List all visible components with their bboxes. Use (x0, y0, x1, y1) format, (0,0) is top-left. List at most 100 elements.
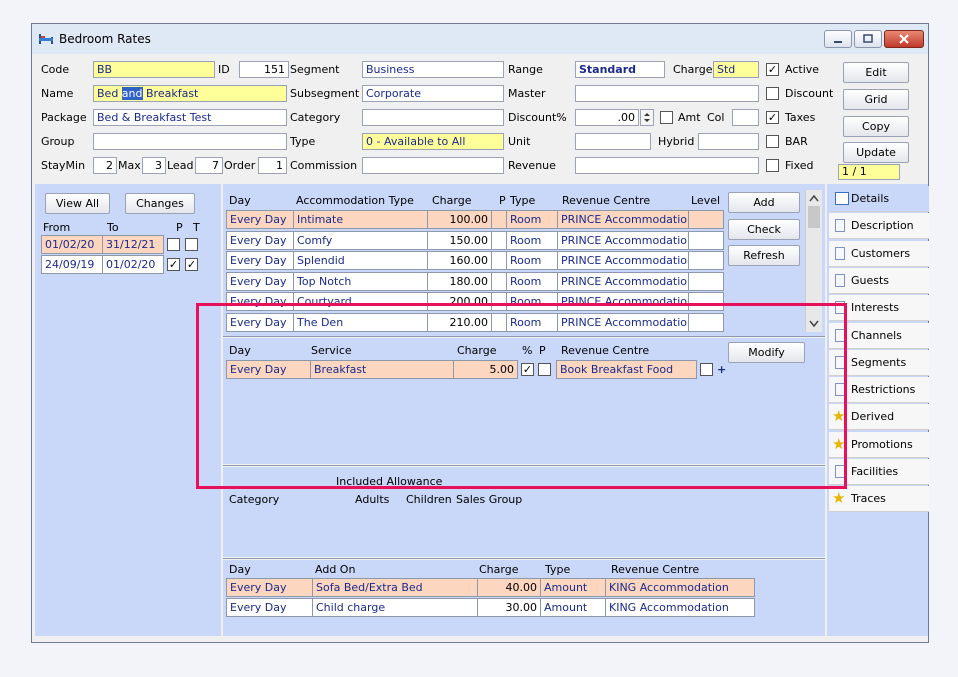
acc-type-cell[interactable]: Intimate (293, 210, 428, 229)
acc-day-header: Day (229, 194, 251, 207)
minimize-button[interactable] (824, 30, 852, 48)
maximize-button[interactable] (854, 30, 882, 48)
acc-day-cell[interactable]: Every Day (226, 230, 294, 250)
acc-level-cell[interactable] (688, 230, 724, 250)
hybrid-field[interactable] (698, 133, 759, 150)
acc-type-cell[interactable]: Top Notch (293, 271, 428, 291)
view-all-button[interactable]: View All (45, 193, 110, 214)
from-cell[interactable]: 01/02/20 (41, 235, 103, 254)
taxes-checkbox[interactable]: ✓ (766, 111, 779, 124)
bar-checkbox[interactable] (766, 135, 779, 148)
group-field[interactable] (93, 133, 287, 150)
acc-level-cell[interactable] (688, 251, 724, 270)
close-button[interactable] (884, 30, 924, 48)
acc-level-cell[interactable] (688, 271, 724, 291)
p-checkbox[interactable] (167, 238, 180, 251)
grid-button[interactable]: Grid (843, 89, 909, 110)
acc-ptype-cell[interactable]: Room (506, 230, 558, 250)
active-checkbox[interactable]: ✓ (766, 63, 779, 76)
acc-charge-cell[interactable]: 100.00 (427, 210, 492, 229)
addon-rev-cell[interactable]: KING Accommodation (605, 598, 755, 617)
acc-ptype-cell[interactable]: Room (506, 251, 558, 270)
amt-checkbox[interactable] (660, 111, 673, 124)
edit-button[interactable]: Edit (843, 62, 909, 83)
acc-day-cell[interactable]: Every Day (226, 210, 294, 229)
acc-ptype-cell[interactable]: Room (506, 210, 558, 229)
unit-field[interactable] (575, 133, 651, 150)
tab-traces[interactable]: ★ Traces (829, 486, 929, 513)
type-field[interactable]: 0 - Available to All (362, 133, 504, 150)
add-button[interactable]: Add (728, 192, 800, 213)
to-cell[interactable]: 01/02/20 (102, 255, 164, 274)
to-cell[interactable]: 31/12/21 (102, 235, 164, 254)
addon-name-cell[interactable]: Sofa Bed/Extra Bed (312, 578, 478, 597)
addon-day-cell[interactable]: Every Day (226, 598, 313, 617)
charge-field[interactable]: Std (713, 61, 759, 78)
acc-type-cell[interactable]: Comfy (293, 230, 428, 250)
acc-p-cell[interactable] (491, 251, 507, 270)
acc-rev-cell[interactable]: PRINCE Accommodatio (557, 210, 689, 229)
acc-rev-cell[interactable]: PRINCE Accommodatio (557, 251, 689, 270)
addon-charge-cell[interactable]: 40.00 (477, 578, 541, 597)
discount-spinner[interactable] (640, 109, 654, 126)
unit-label: Unit (508, 135, 531, 148)
acc-rev-cell[interactable]: PRINCE Accommodatio (557, 230, 689, 250)
revenue-field[interactable] (575, 157, 759, 174)
addon-type-cell[interactable]: Amount (540, 578, 606, 597)
acc-charge-cell[interactable]: 160.00 (427, 251, 492, 270)
acc-day-cell[interactable]: Every Day (226, 251, 294, 270)
fixed-checkbox[interactable] (766, 159, 779, 172)
copy-button[interactable]: Copy (843, 116, 909, 137)
addon-day-cell[interactable]: Every Day (226, 578, 313, 597)
name-field[interactable]: Bed and Breakfast (93, 85, 287, 102)
acc-charge-cell[interactable]: 150.00 (427, 230, 492, 250)
acc-charge-header: Charge (432, 194, 472, 207)
tab-customers[interactable]: Customers (829, 240, 929, 267)
discount-checkbox[interactable] (766, 87, 779, 100)
from-cell[interactable]: 24/09/19 (41, 255, 103, 274)
lead-field[interactable]: 7 (195, 157, 223, 174)
order-field[interactable]: 1 (258, 157, 287, 174)
col-field[interactable] (732, 109, 759, 126)
tab-label: Restrictions (851, 383, 916, 397)
commission-field[interactable] (362, 157, 504, 174)
check-button[interactable]: Check (728, 219, 800, 240)
subsegment-field[interactable]: Corporate (362, 85, 504, 102)
t-checkbox[interactable] (185, 238, 198, 251)
tab-description[interactable]: Description (829, 213, 929, 240)
master-field[interactable] (575, 85, 759, 102)
changes-button[interactable]: Changes (125, 193, 195, 214)
acc-p-cell[interactable] (491, 271, 507, 291)
addon-type-cell[interactable]: Amount (540, 598, 606, 617)
addon-day-header: Day (229, 563, 251, 576)
refresh-button[interactable]: Refresh (728, 245, 800, 266)
acc-ptype-cell[interactable]: Room (506, 271, 558, 291)
code-field[interactable]: BB (93, 61, 215, 78)
p-checkbox[interactable]: ✓ (167, 258, 180, 271)
acc-day-cell[interactable]: Every Day (226, 271, 294, 291)
update-button[interactable]: Update (843, 142, 909, 163)
addon-name-cell[interactable]: Child charge (312, 598, 478, 617)
acc-p-cell[interactable] (491, 210, 507, 229)
discount-field[interactable]: .00 (575, 109, 639, 126)
segment-field[interactable]: Business (362, 61, 504, 78)
acc-level-cell[interactable] (688, 210, 724, 229)
acc-p-cell[interactable] (491, 230, 507, 250)
tab-details[interactable]: Details (829, 186, 929, 212)
t-checkbox[interactable]: ✓ (185, 258, 198, 271)
addon-rev-cell[interactable]: KING Accommodation (605, 578, 755, 597)
range-field[interactable]: Standard (575, 61, 665, 78)
addon-charge-cell[interactable]: 30.00 (477, 598, 541, 617)
id-field[interactable]: 151 (239, 61, 289, 78)
acc-rev-cell[interactable]: PRINCE Accommodatio (557, 271, 689, 291)
acc-type-cell[interactable]: Splendid (293, 251, 428, 270)
scroll-thumb[interactable] (808, 206, 820, 228)
package-field[interactable]: Bed & Breakfast Test (93, 109, 287, 126)
acc-charge-cell[interactable]: 180.00 (427, 271, 492, 291)
title-bar[interactable]: Bedroom Rates (32, 24, 928, 54)
tab-guests[interactable]: Guests (829, 267, 929, 294)
staymin-field[interactable]: 2 (93, 157, 117, 174)
max-field[interactable]: 3 (142, 157, 166, 174)
category-field[interactable] (362, 109, 504, 126)
p-header: P (176, 221, 183, 234)
